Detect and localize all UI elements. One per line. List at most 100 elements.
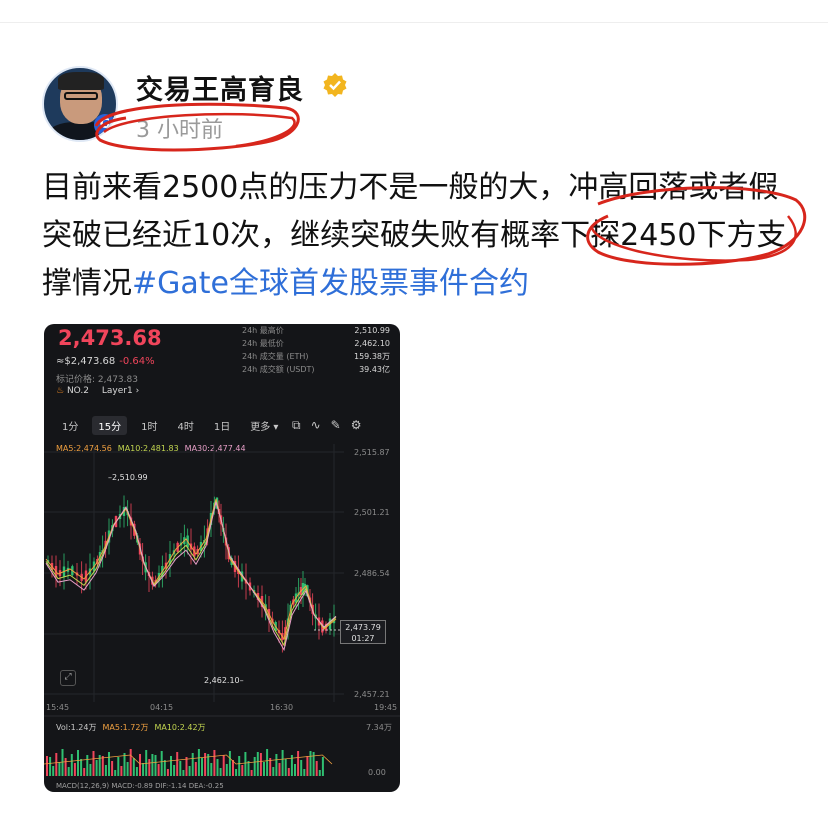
volume-legend: Vol:1.24万 MA5:1.72万 MA10:2.42万 <box>56 723 206 732</box>
volume-bar <box>306 756 309 776</box>
y-axis-label: 2,501.21 <box>354 508 390 517</box>
volume-bar <box>157 764 160 776</box>
volume-bar <box>225 764 228 776</box>
volume-bar <box>222 755 225 776</box>
volume-bar <box>58 762 61 776</box>
volume-bar <box>129 749 132 776</box>
volume-bar <box>219 768 222 776</box>
vol-min-label: 0.00 <box>368 768 386 777</box>
volume-bar <box>294 764 296 776</box>
volume-bar <box>191 753 194 776</box>
volume-bar <box>241 765 244 776</box>
post-time: 3 小时前 <box>136 118 223 143</box>
author-avatar[interactable]: G <box>42 66 118 142</box>
volume-bar <box>201 758 203 776</box>
volume-bar <box>318 770 321 776</box>
volume-bar <box>163 760 166 776</box>
volume-bar <box>73 763 76 776</box>
x-axis-label: 15:45 <box>46 703 70 712</box>
volume-bar <box>70 754 73 776</box>
volume-bar <box>244 752 247 776</box>
hashtag-link[interactable]: #Gate全球首发股票事件合约 <box>132 266 529 301</box>
volume-bar <box>154 755 157 776</box>
volume-bar <box>166 769 169 776</box>
volume-bar <box>213 750 216 776</box>
volume-bar <box>139 754 141 776</box>
expand-icon[interactable]: ⤢ <box>60 670 76 686</box>
volume-bar <box>95 760 98 776</box>
current-price-tag: 2,473.79 01:27 <box>340 620 386 644</box>
volume-bar <box>297 751 300 776</box>
volume-bar <box>123 753 126 776</box>
volume-bar <box>86 755 89 776</box>
volume-bar <box>210 763 213 776</box>
y-axis-label: 2,515.87 <box>354 448 390 457</box>
trading-chart: 2,473.68 ≈$2,473.68 -0.64% 标记价格: 2,473.83… <box>44 324 400 792</box>
volume-bar <box>176 752 179 776</box>
volume-bar <box>232 760 234 776</box>
volume-bar <box>253 757 256 776</box>
volume-bar <box>272 767 275 776</box>
volume-bar <box>83 768 86 776</box>
volume-bar <box>55 753 58 776</box>
volume-bar <box>126 762 129 776</box>
volume-bar <box>170 756 172 776</box>
volume-bar <box>67 767 70 776</box>
volume-bar <box>216 759 219 776</box>
volume-bar <box>185 757 188 776</box>
volume-bar <box>142 763 145 776</box>
volume-bar <box>247 761 250 776</box>
vol-max-label: 7.34万 <box>366 723 392 732</box>
volume-bar <box>135 767 138 776</box>
volume-bar <box>77 750 79 776</box>
volume-bar <box>300 760 303 776</box>
volume-bar <box>104 765 107 776</box>
volume-bar <box>204 753 207 776</box>
volume-bar <box>266 749 269 776</box>
volume-bar <box>281 750 284 776</box>
volume-bar <box>101 756 104 776</box>
volume-bar <box>238 756 241 776</box>
volume-bar <box>315 761 318 776</box>
high-label: –2,510.99 <box>108 473 148 482</box>
post-body: 目前来看2500点的压力不是一般的大，冲高回落或者假突破已经近10次，继续突破失… <box>42 164 802 308</box>
volume-bar <box>321 757 324 776</box>
volume-bar <box>111 761 114 776</box>
top-divider <box>0 22 828 23</box>
volume-bar <box>151 754 154 776</box>
volume-bar <box>120 766 123 776</box>
volume-bar <box>92 751 95 776</box>
author-name[interactable]: 交易王高育良 <box>136 68 304 107</box>
volume-bar <box>160 751 163 776</box>
volume-bar <box>80 759 83 776</box>
volume-bar <box>117 757 120 776</box>
volume-bar <box>49 757 52 776</box>
volume-bar <box>173 765 176 776</box>
volume-bar <box>278 763 281 776</box>
volume-bar <box>108 752 110 776</box>
verified-icon <box>323 73 347 97</box>
volume-bar <box>309 751 312 776</box>
x-axis-label: 04:15 <box>150 703 174 712</box>
volume-bar <box>46 756 48 776</box>
volume-bar <box>275 754 278 776</box>
y-axis-label: 2,486.54 <box>354 569 390 578</box>
y-axis-label: 2,457.21 <box>354 690 390 699</box>
volume-bar <box>228 751 231 776</box>
moving-average-line <box>45 501 337 652</box>
volume-bar <box>89 764 92 776</box>
volume-bar <box>179 761 182 776</box>
volume-bar <box>284 759 287 776</box>
volume-bar <box>114 770 117 776</box>
volume-bar <box>132 758 135 776</box>
volume-bar <box>235 769 238 776</box>
volume-bar <box>194 762 197 776</box>
avatar-badge-icon: G <box>94 114 116 136</box>
volume-bar <box>182 770 185 776</box>
volume-bar <box>52 766 55 776</box>
volume-bar <box>259 753 262 776</box>
volume-bar <box>250 770 253 776</box>
volume-bar <box>64 758 67 776</box>
x-axis-label: 16:30 <box>270 703 294 712</box>
volume-bar <box>197 749 200 776</box>
